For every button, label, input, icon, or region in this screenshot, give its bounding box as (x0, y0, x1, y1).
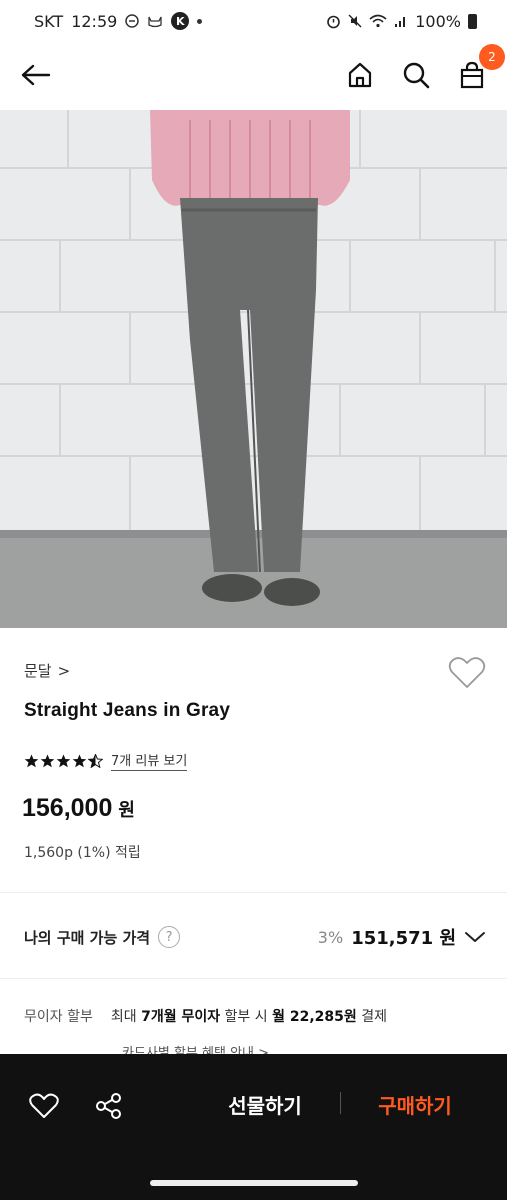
star-icon (56, 754, 71, 767)
chevron-down-icon[interactable] (464, 930, 486, 944)
home-button[interactable] (343, 58, 377, 92)
clock: 12:59 (71, 11, 118, 31)
wish-button[interactable] (27, 1089, 61, 1123)
divider (0, 978, 507, 979)
half-star-icon (88, 753, 103, 768)
share-icon (96, 1093, 121, 1119)
wishlist-button[interactable] (448, 656, 486, 690)
installment-text: 최대 7개월 무이자 할부 시 월 22,285원 결제 (110, 1009, 387, 1025)
back-button[interactable] (18, 58, 52, 92)
help-icon[interactable]: ? (158, 926, 181, 948)
rating-row: 7개 리뷰 보기 (24, 750, 188, 771)
my-price-amount: 151,571 원 (351, 928, 456, 949)
home-indicator[interactable] (150, 1180, 358, 1186)
share-button[interactable] (92, 1089, 126, 1123)
chevron-right-icon: > (57, 661, 71, 680)
discount-rate: 3% (317, 927, 344, 947)
installment-label: 무이자 할부 (24, 1009, 93, 1025)
alarm-icon (326, 14, 341, 29)
status-bar: SKT 12:59 K 100% (0, 0, 507, 42)
price-unit: 원 (118, 800, 135, 821)
arrow-left-icon (21, 64, 51, 86)
carrier-label: SKT (34, 11, 64, 31)
search-icon (403, 62, 430, 89)
heart-icon (29, 1093, 59, 1118)
home-icon (348, 62, 372, 88)
star-icon (40, 754, 55, 767)
cart-button[interactable]: 2 (455, 44, 505, 92)
review-link[interactable]: 7개 리뷰 보기 (111, 750, 188, 771)
brand-name: 문달 (24, 662, 52, 680)
wifi-icon (369, 14, 387, 28)
k-app-icon: K (171, 12, 190, 30)
star-rating (24, 753, 103, 768)
star-icon (24, 754, 39, 767)
minus-circle-icon (125, 14, 140, 28)
bottom-action-bar: 선물하기 구매하기 (0, 1054, 507, 1200)
divider (340, 1092, 341, 1114)
cart-count-badge: 2 (479, 44, 505, 70)
mute-icon (348, 14, 362, 28)
heart-icon (448, 657, 486, 688)
signal-icon (394, 14, 408, 28)
battery-icon (468, 13, 477, 29)
brand-link[interactable]: 문달 > (24, 660, 70, 681)
battery-label: 100% (415, 11, 461, 31)
buy-button[interactable]: 구매하기 (360, 1084, 470, 1124)
product-title: Straight Jeans in Gray (24, 700, 231, 721)
my-price-label: 나의 구매 가능 가격 (24, 928, 151, 947)
my-price-row[interactable]: 나의 구매 가능 가격 ? 3% 151,571 원 (24, 918, 486, 956)
price-amount: 156,000 (22, 794, 113, 822)
notification-dot-icon (197, 18, 203, 24)
search-button[interactable] (399, 58, 433, 92)
price: 156,000 원 (22, 794, 135, 823)
cat-icon (147, 14, 163, 28)
top-nav: 2 (0, 42, 507, 108)
product-image[interactable] (0, 110, 507, 628)
star-icon (72, 754, 87, 767)
divider (0, 892, 507, 893)
installment-row: 무이자 할부 최대 7개월 무이자 할부 시 월 22,285원 결제 (24, 1006, 387, 1026)
gift-button[interactable]: 선물하기 (210, 1084, 320, 1124)
points-info: 1,560p (1%) 적립 (24, 845, 141, 861)
